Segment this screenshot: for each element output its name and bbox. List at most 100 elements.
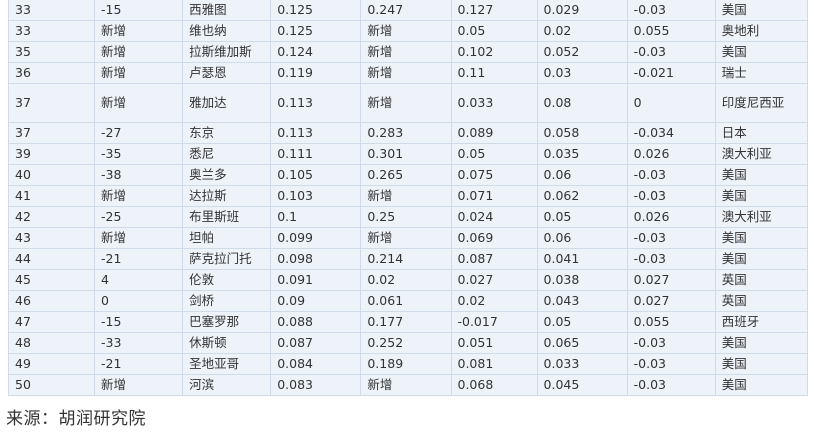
value3-cell: 0.089 bbox=[450, 122, 538, 144]
city-cell: 伦敦 bbox=[182, 269, 272, 291]
value5-cell: 0.055 bbox=[626, 311, 716, 333]
value5-cell: -0.03 bbox=[626, 374, 716, 396]
value1-cell: 0.084 bbox=[270, 353, 362, 375]
value3-cell: 0.087 bbox=[450, 248, 538, 270]
value3-cell: 0.075 bbox=[450, 164, 538, 186]
change-cell: 4 bbox=[94, 269, 184, 291]
value3-cell: 0.033 bbox=[450, 83, 538, 123]
value5-cell: 0.027 bbox=[626, 290, 716, 312]
source-note: 来源：胡润研究院 bbox=[6, 409, 146, 429]
value2-cell: 0.177 bbox=[360, 311, 452, 333]
value4-cell: 0.08 bbox=[536, 83, 628, 123]
value2-cell: 0.189 bbox=[360, 353, 452, 375]
rank-cell: 46 bbox=[7, 290, 96, 312]
city-cell: 坦帕 bbox=[182, 227, 272, 249]
rank-cell: 48 bbox=[7, 332, 96, 354]
value3-cell: 0.02 bbox=[450, 290, 538, 312]
table-row: 42 -25 布里斯班 0.1 0.25 0.024 0.05 0.026 澳大利亚 bbox=[7, 206, 809, 228]
country-cell: 瑞士 bbox=[714, 62, 809, 84]
change-cell: -21 bbox=[94, 353, 184, 375]
rank-cell: 49 bbox=[7, 353, 96, 375]
value5-cell: -0.021 bbox=[626, 62, 716, 84]
value4-cell: 0.06 bbox=[536, 227, 628, 249]
rank-cell: 36 bbox=[7, 62, 96, 84]
value4-cell: 0.043 bbox=[536, 290, 628, 312]
change-cell: 新增 bbox=[94, 83, 184, 123]
value5-cell: -0.034 bbox=[626, 122, 716, 144]
change-cell: -33 bbox=[94, 332, 184, 354]
rank-cell: 47 bbox=[7, 311, 96, 333]
value1-cell: 0.09 bbox=[270, 290, 362, 312]
table-row: 41 新增 达拉斯 0.103 新增 0.071 0.062 -0.03 美国 bbox=[7, 185, 809, 207]
value4-cell: 0.038 bbox=[536, 269, 628, 291]
value2-cell: 0.214 bbox=[360, 248, 452, 270]
rank-cell: 39 bbox=[7, 143, 96, 165]
value1-cell: 0.083 bbox=[270, 374, 362, 396]
city-cell: 卢瑟恩 bbox=[182, 62, 272, 84]
value1-cell: 0.099 bbox=[270, 227, 362, 249]
value4-cell: 0.033 bbox=[536, 353, 628, 375]
table-row: 50 新增 河滨 0.083 新增 0.068 0.045 -0.03 美国 bbox=[7, 374, 809, 396]
country-cell: 日本 bbox=[714, 122, 809, 144]
country-cell: 澳大利亚 bbox=[714, 206, 809, 228]
table-row: 47 -15 巴塞罗那 0.088 0.177 -0.017 0.05 0.055 西班牙 bbox=[7, 311, 809, 333]
country-cell: 西班牙 bbox=[714, 311, 809, 333]
value5-cell: -0.03 bbox=[626, 0, 716, 21]
value3-cell: 0.127 bbox=[450, 0, 538, 21]
value3-cell: 0.024 bbox=[450, 206, 538, 228]
city-cell: 达拉斯 bbox=[182, 185, 272, 207]
city-cell: 休斯顿 bbox=[182, 332, 272, 354]
value2-cell: 0.252 bbox=[360, 332, 452, 354]
value4-cell: 0.029 bbox=[536, 0, 628, 21]
table-row: 33 新增 维也纳 0.125 新增 0.05 0.02 0.055 奥地利 bbox=[7, 20, 809, 42]
table-row: 49 -21 圣地亚哥 0.084 0.189 0.081 0.033 -0.03 美国 bbox=[7, 353, 809, 375]
city-cell: 布里斯班 bbox=[182, 206, 272, 228]
country-cell: 澳大利亚 bbox=[714, 143, 809, 165]
value2-cell: 新增 bbox=[360, 83, 452, 123]
value5-cell: 0.026 bbox=[626, 143, 716, 165]
change-cell: 新增 bbox=[94, 374, 184, 396]
value3-cell: 0.071 bbox=[450, 185, 538, 207]
rank-cell: 40 bbox=[7, 164, 96, 186]
value4-cell: 0.058 bbox=[536, 122, 628, 144]
value4-cell: 0.041 bbox=[536, 248, 628, 270]
change-cell: -25 bbox=[94, 206, 184, 228]
value1-cell: 0.124 bbox=[270, 41, 362, 63]
rank-cell: 41 bbox=[7, 185, 96, 207]
value5-cell: -0.03 bbox=[626, 353, 716, 375]
table-row: 46 0 剑桥 0.09 0.061 0.02 0.043 0.027 英国 bbox=[7, 290, 809, 312]
country-cell: 印度尼西亚 bbox=[714, 83, 809, 123]
change-cell: 新增 bbox=[94, 41, 184, 63]
value2-cell: 0.301 bbox=[360, 143, 452, 165]
value5-cell: -0.03 bbox=[626, 332, 716, 354]
country-cell: 美国 bbox=[714, 332, 809, 354]
value4-cell: 0.065 bbox=[536, 332, 628, 354]
value5-cell: -0.03 bbox=[626, 41, 716, 63]
table-row: 37 新增 雅加达 0.113 新增 0.033 0.08 0 印度尼西亚 bbox=[7, 83, 809, 123]
city-cell: 拉斯维加斯 bbox=[182, 41, 272, 63]
value2-cell: 新增 bbox=[360, 227, 452, 249]
value1-cell: 0.091 bbox=[270, 269, 362, 291]
rank-cell: 33 bbox=[7, 0, 96, 21]
value5-cell: -0.03 bbox=[626, 185, 716, 207]
change-cell: -21 bbox=[94, 248, 184, 270]
city-cell: 奥兰多 bbox=[182, 164, 272, 186]
change-cell: 新增 bbox=[94, 20, 184, 42]
ranking-table-body: 33 -15 西雅图 0.125 0.247 0.127 0.029 -0.03 美国 33 新增维… bbox=[7, 0, 809, 396]
country-cell: 美国 bbox=[714, 353, 809, 375]
value3-cell: 0.05 bbox=[450, 20, 538, 42]
rank-cell: 33 bbox=[7, 20, 96, 42]
value1-cell: 0.125 bbox=[270, 20, 362, 42]
table-row: 33 -15 西雅图 0.125 0.247 0.127 0.029 -0.03 美国 bbox=[7, 0, 809, 21]
article-body: 33 -15 西雅图 0.125 0.247 0.127 0.029 -0.03 美国 33 新增维… bbox=[0, 0, 814, 436]
rank-cell: 43 bbox=[7, 227, 96, 249]
value2-cell: 0.247 bbox=[360, 0, 452, 21]
change-cell: 新增 bbox=[94, 185, 184, 207]
value2-cell: 新增 bbox=[360, 374, 452, 396]
rank-cell: 50 bbox=[7, 374, 96, 396]
city-cell: 河滨 bbox=[182, 374, 272, 396]
city-cell: 悉尼 bbox=[182, 143, 272, 165]
value2-cell: 0.02 bbox=[360, 269, 452, 291]
value1-cell: 0.087 bbox=[270, 332, 362, 354]
value3-cell: -0.017 bbox=[450, 311, 538, 333]
